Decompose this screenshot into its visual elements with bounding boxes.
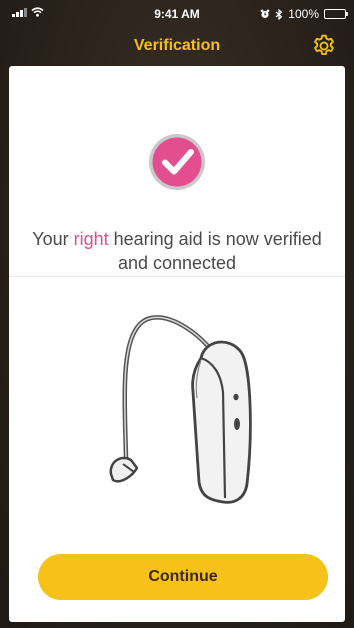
status-right: 100% [260, 7, 348, 21]
verification-card: Your right hearing aid is now verified a… [9, 66, 345, 622]
status-message: Your right hearing aid is now verified a… [9, 227, 345, 275]
alarm-icon [260, 9, 270, 19]
navigation-bar: Verification [0, 28, 354, 66]
divider [9, 276, 345, 277]
check-circle-icon [149, 134, 205, 190]
continue-button[interactable]: Continue [38, 554, 328, 600]
battery-icon [324, 9, 348, 19]
hearing-aid-illustration [109, 315, 252, 504]
side-highlight: right [73, 229, 109, 249]
message-prefix: Your [32, 229, 74, 249]
bluetooth-icon [275, 8, 283, 20]
message-suffix: hearing aid is now verified and connecte… [108, 229, 322, 273]
status-bar: 9:41 AM 100% [0, 0, 354, 28]
battery-percent: 100% [288, 7, 319, 21]
gear-icon[interactable] [311, 33, 337, 59]
phone-screen: 9:41 AM 100% Verification Your right hea… [0, 0, 354, 628]
page-title: Verification [133, 37, 221, 54]
